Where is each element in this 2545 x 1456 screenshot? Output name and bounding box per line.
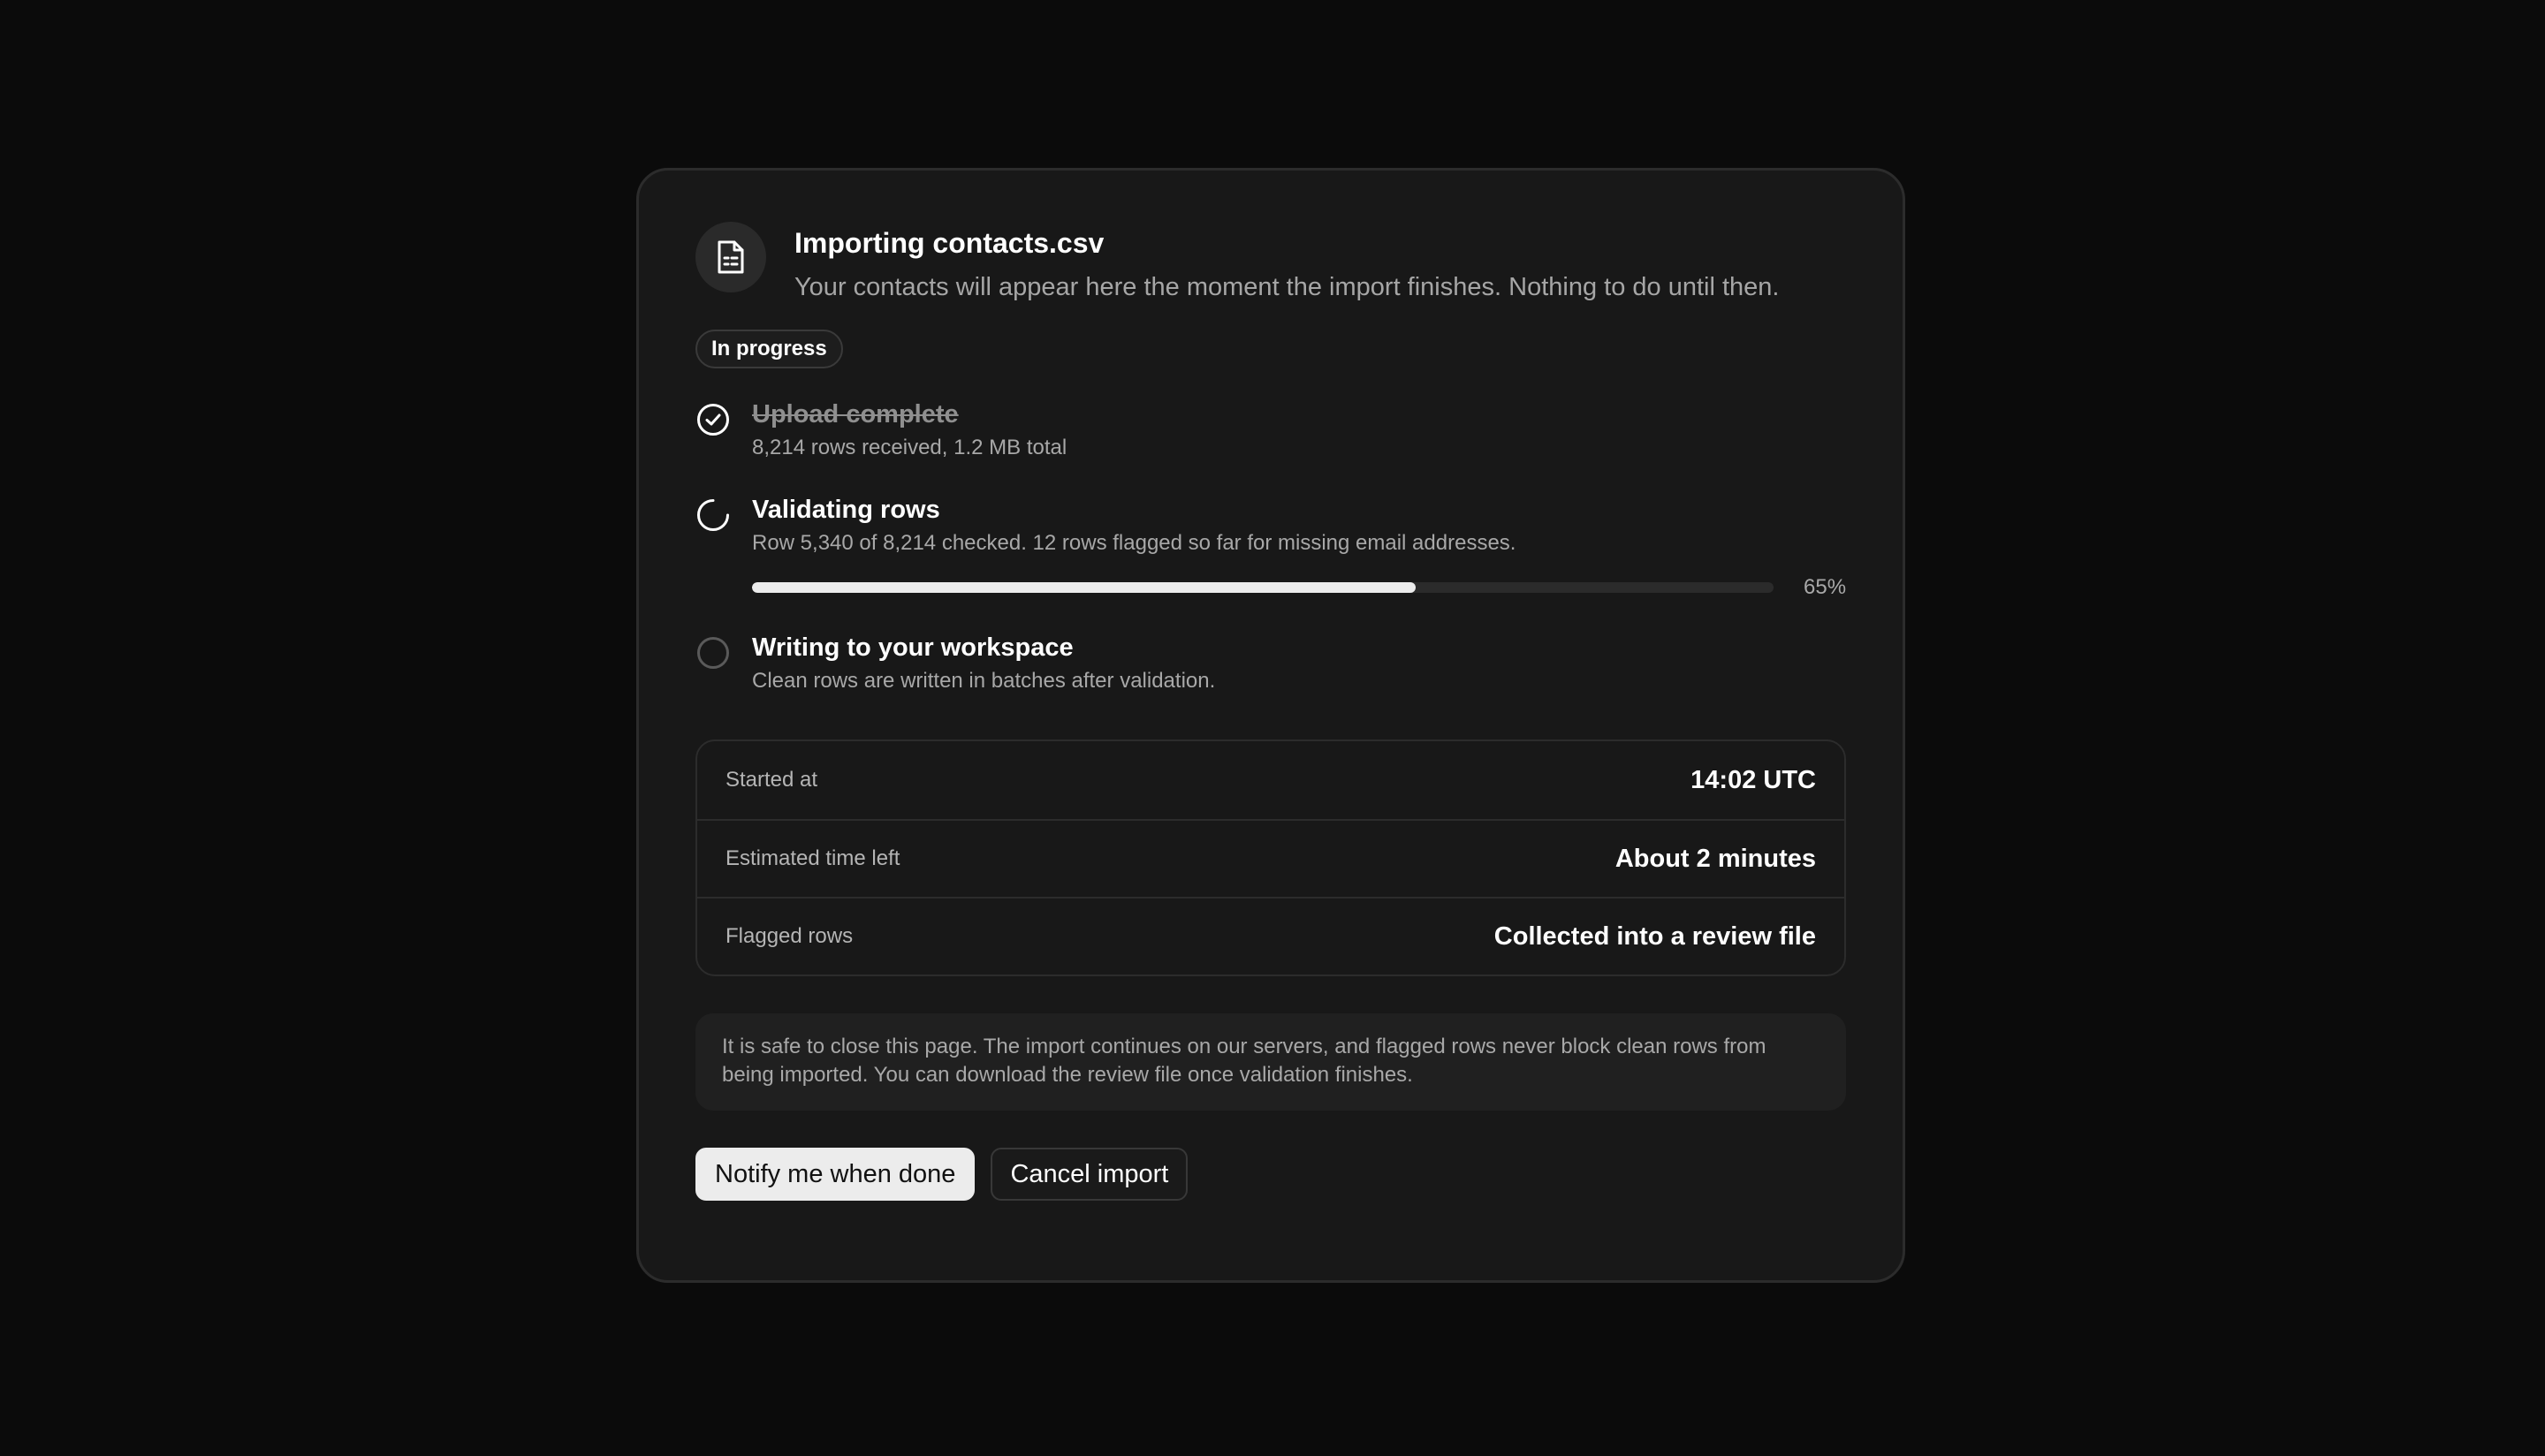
progress-fill — [752, 582, 1417, 593]
detail-label: Flagged rows — [726, 924, 854, 948]
step-validating: Validating rows Row 5,340 of 8,214 check… — [695, 494, 1846, 600]
detail-label: Estimated time left — [726, 846, 900, 870]
detail-row-eta: Estimated time left About 2 minutes — [697, 819, 1844, 897]
step-title: Upload complete — [752, 400, 959, 428]
step-description: 8,214 rows received, 1.2 MB total — [752, 436, 1067, 459]
step-title: Validating rows — [752, 496, 940, 524]
dialog-header: Importing contacts.csv Your contacts wil… — [695, 222, 1846, 305]
info-note: It is safe to close this page. The impor… — [695, 1013, 1846, 1111]
import-details-table: Started at 14:02 UTC Estimated time left… — [695, 739, 1846, 976]
progress-percent: 65% — [1804, 575, 1847, 599]
dialog-title: Importing contacts.csv — [794, 227, 1105, 259]
step-description: Clean rows are written in batches after … — [752, 669, 1216, 693]
detail-row-started: Started at 14:02 UTC — [697, 741, 1844, 819]
validation-progress: 65% — [752, 575, 1846, 600]
detail-value: Collected into a review file — [1493, 921, 1816, 951]
import-steps: Upload complete 8,214 rows received, 1.2… — [695, 398, 1846, 695]
status-badge: In progress — [695, 330, 843, 368]
detail-value: About 2 minutes — [1614, 844, 1816, 873]
check-circle-icon — [695, 402, 731, 437]
empty-circle-icon — [695, 635, 731, 671]
detail-value: 14:02 UTC — [1690, 765, 1816, 794]
progress-track — [752, 582, 1774, 593]
cancel-import-button[interactable]: Cancel import — [991, 1148, 1189, 1201]
step-description: Row 5,340 of 8,214 checked. 12 rows flag… — [752, 531, 1516, 555]
file-text-icon — [695, 222, 766, 292]
step-writing: Writing to your workspace Clean rows are… — [695, 632, 1846, 695]
detail-row-flagged: Flagged rows Collected into a review fil… — [697, 897, 1844, 974]
notify-me-button[interactable]: Notify me when done — [695, 1148, 976, 1201]
spinner-icon — [695, 497, 731, 533]
import-dialog: Importing contacts.csv Your contacts wil… — [636, 168, 1905, 1283]
detail-label: Started at — [726, 768, 818, 792]
dialog-subtitle: Your contacts will appear here the momen… — [794, 273, 1780, 301]
step-upload: Upload complete 8,214 rows received, 1.2… — [695, 398, 1846, 462]
step-title: Writing to your workspace — [752, 633, 1074, 662]
dialog-actions: Notify me when done Cancel import — [695, 1148, 1846, 1201]
